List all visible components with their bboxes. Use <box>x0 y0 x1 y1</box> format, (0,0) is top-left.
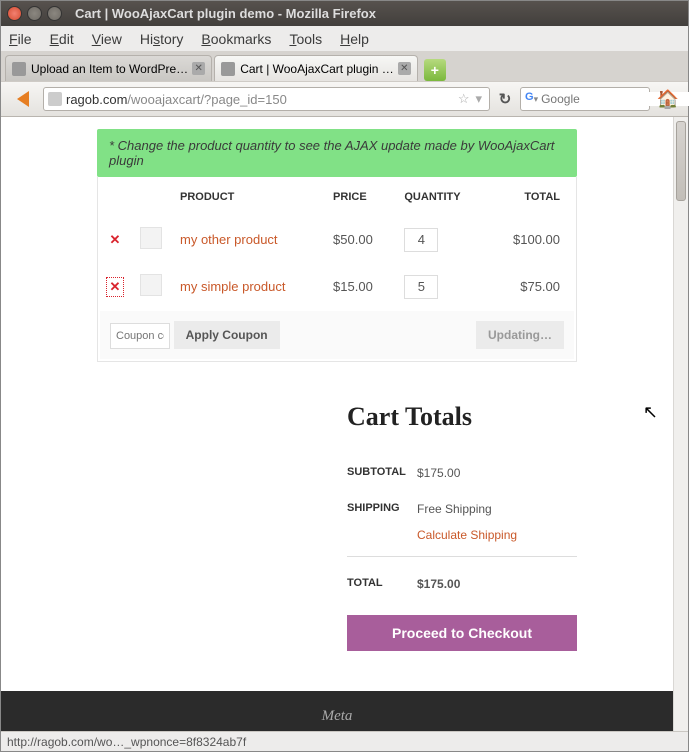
checkout-button[interactable]: Proceed to Checkout <box>347 615 577 651</box>
new-tab-button[interactable]: + <box>424 59 446 81</box>
cell-total: $75.00 <box>488 264 574 309</box>
menu-file[interactable]: File <box>9 31 32 47</box>
table-row: ✕ my simple product $15.00 $75.00 <box>100 264 574 309</box>
apply-coupon-button[interactable]: Apply Coupon <box>174 321 280 349</box>
tab-upload[interactable]: Upload an Item to WordPre… ✕ <box>5 55 212 81</box>
remove-item-button[interactable]: ✕ <box>108 279 122 295</box>
tab-cart[interactable]: Cart | WooAjaxCart plugin … ✕ <box>214 55 418 81</box>
shipping-label: SHIPPING <box>347 502 417 516</box>
arrow-left-icon <box>17 91 29 107</box>
status-bar: http://ragob.com/wo…_wpnonce=8f8324ab7f <box>1 731 688 751</box>
notice-banner: * Change the product quantity to see the… <box>97 129 577 177</box>
cart-totals: Cart Totals SUBTOTAL $175.00 SHIPPING Fr… <box>347 402 577 651</box>
window-titlebar: Cart | WooAjaxCart plugin demo - Mozilla… <box>1 1 688 26</box>
google-icon: G <box>525 91 534 107</box>
subtotal-label: SUBTOTAL <box>347 466 417 480</box>
page-footer: Meta <box>1 691 673 731</box>
menu-tools[interactable]: Tools <box>289 31 322 47</box>
menu-edit[interactable]: Edit <box>50 31 74 47</box>
window-title: Cart | WooAjaxCart plugin demo - Mozilla… <box>75 6 376 21</box>
product-link[interactable]: my simple product <box>180 279 285 294</box>
subtotal-value: $175.00 <box>417 466 460 480</box>
menu-bookmarks[interactable]: Bookmarks <box>201 31 271 47</box>
window-close-button[interactable] <box>7 6 22 21</box>
tab-strip: Upload an Item to WordPre… ✕ Cart | WooA… <box>1 51 688 81</box>
status-text: http://ragob.com/wo…_wpnonce=8f8324ab7f <box>7 735 246 749</box>
tab-title: Cart | WooAjaxCart plugin … <box>240 62 394 76</box>
coupon-input[interactable] <box>110 323 170 349</box>
menu-history[interactable]: History <box>140 31 184 47</box>
menu-view[interactable]: View <box>92 31 122 47</box>
cell-total: $100.00 <box>488 217 574 262</box>
update-cart-button[interactable]: Updating… <box>476 321 564 349</box>
url-input[interactable] <box>127 92 454 107</box>
close-icon[interactable]: ✕ <box>398 62 411 75</box>
col-total: TOTAL <box>488 179 574 215</box>
menu-bar: File Edit View History Bookmarks Tools H… <box>1 26 688 51</box>
col-price: PRICE <box>325 179 394 215</box>
col-product: PRODUCT <box>172 179 323 215</box>
tab-title: Upload an Item to WordPre… <box>31 62 188 76</box>
cart-actions-row: Apply Coupon Updating… <box>100 311 574 359</box>
search-box[interactable]: G ▾ 🔍 <box>520 87 650 111</box>
quantity-input[interactable] <box>404 228 438 252</box>
footer-meta: Meta <box>322 708 353 725</box>
page-viewport: * Change the product quantity to see the… <box>1 117 688 731</box>
col-quantity: QUANTITY <box>396 179 486 215</box>
total-label: TOTAL <box>347 577 417 591</box>
shipping-value: Free Shipping <box>417 502 492 516</box>
address-bar[interactable]: ragob.com ☆ ▾ <box>43 87 490 111</box>
calculate-shipping-link[interactable]: Calculate Shipping <box>417 528 577 542</box>
tab-favicon <box>221 62 235 76</box>
product-link[interactable]: my other product <box>180 232 278 247</box>
product-thumbnail[interactable] <box>140 227 162 249</box>
tab-favicon <box>12 62 26 76</box>
dropdown-icon[interactable]: ▾ <box>475 91 482 107</box>
home-button[interactable]: 🏠 <box>656 87 680 111</box>
site-favicon <box>48 92 62 106</box>
reload-button[interactable]: ↻ <box>496 90 514 108</box>
window-minimize-button[interactable] <box>27 6 42 21</box>
cell-price: $15.00 <box>325 264 394 309</box>
total-value: $175.00 <box>417 577 460 591</box>
nav-toolbar: ragob.com ☆ ▾ ↻ G ▾ 🔍 🏠 <box>1 81 688 117</box>
table-header-row: PRODUCT PRICE QUANTITY TOTAL <box>100 179 574 215</box>
vertical-scrollbar[interactable] <box>673 117 688 731</box>
window-maximize-button[interactable] <box>47 6 62 21</box>
back-button[interactable] <box>9 87 37 111</box>
menu-help[interactable]: Help <box>340 31 369 47</box>
divider <box>347 556 577 557</box>
totals-heading: Cart Totals <box>347 402 577 432</box>
remove-item-button[interactable]: ✕ <box>108 232 122 248</box>
quantity-input[interactable] <box>404 275 438 299</box>
product-thumbnail[interactable] <box>140 274 162 296</box>
chevron-down-icon[interactable]: ▾ <box>534 94 539 105</box>
table-row: ✕ my other product $50.00 $100.00 <box>100 217 574 262</box>
scroll-thumb[interactable] <box>676 121 686 201</box>
url-domain: ragob.com <box>66 92 127 107</box>
cell-price: $50.00 <box>325 217 394 262</box>
close-icon[interactable]: ✕ <box>192 62 205 75</box>
cart-table: PRODUCT PRICE QUANTITY TOTAL ✕ my other … <box>97 177 577 362</box>
bookmark-star-icon[interactable]: ☆ <box>458 91 470 107</box>
